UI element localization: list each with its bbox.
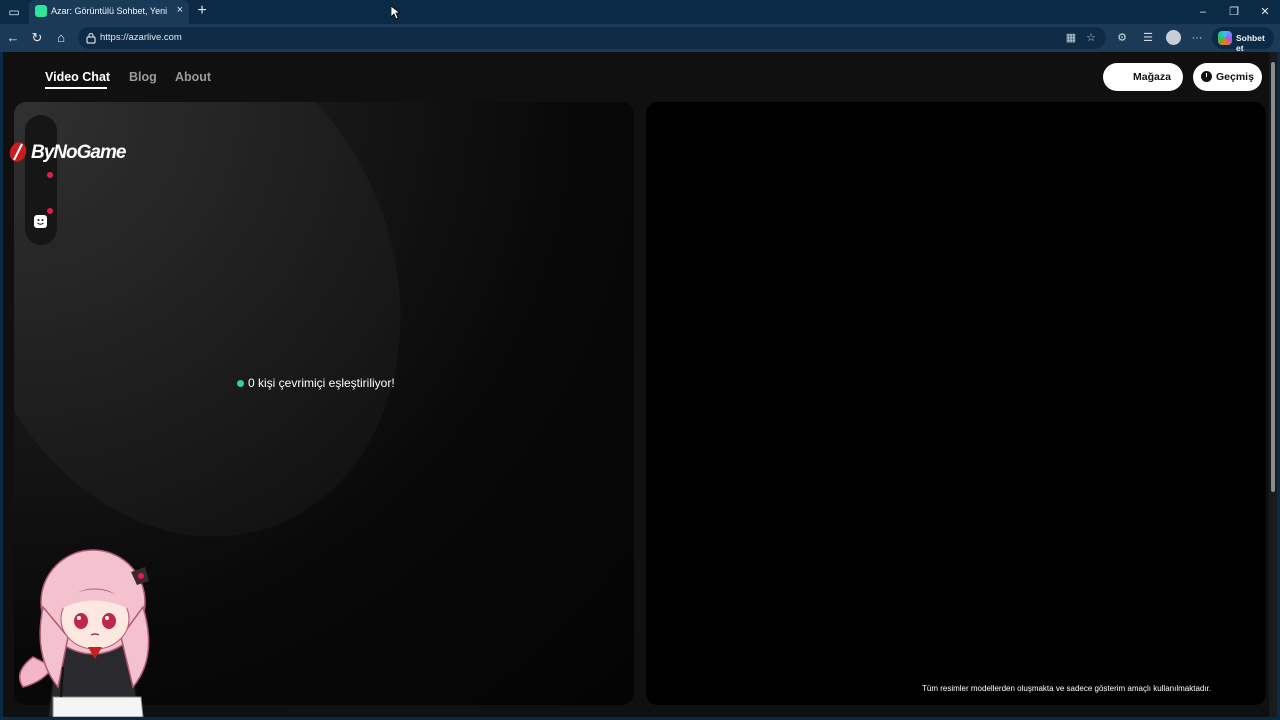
- browser-tab[interactable]: Azar: Görüntülü Sohbet, Yeni Arkadaşlar …: [29, 0, 189, 24]
- favorite-star-icon[interactable]: ☆: [1084, 31, 1098, 45]
- history-button[interactable]: Geçmiş: [1193, 63, 1262, 91]
- disclaimer-text: Tüm resimler modellerden oluşmakta ve sa…: [922, 684, 1212, 693]
- copilot-icon: [1218, 31, 1232, 45]
- back-button[interactable]: ←: [4, 29, 22, 47]
- tab-title: Azar: Görüntülü Sohbet, Yeni Arkadaşlar: [51, 6, 169, 16]
- restore-button[interactable]: ❐: [1219, 3, 1249, 21]
- home-button[interactable]: ⌂: [52, 29, 70, 47]
- copilot-button[interactable]: Sohbet et: [1212, 27, 1274, 53]
- store-button-label: Mağaza: [1133, 71, 1171, 83]
- tab-close-icon[interactable]: ×: [177, 4, 183, 16]
- lock-icon: [86, 32, 96, 44]
- online-status-text: 0 kişi çevrimiçi eşleştiriliyor!: [248, 376, 395, 390]
- notification-dot: [47, 208, 53, 214]
- extensions-icon[interactable]: ⚙: [1114, 30, 1130, 46]
- azar-favicon-icon: [35, 5, 47, 17]
- notification-dot: [47, 172, 53, 178]
- smiley-icon: [37, 219, 44, 225]
- reload-button[interactable]: ↻: [28, 29, 46, 47]
- browser-toolbar: ← ↻ ⌂ https://azarlive.com ▦ ☆ ⚙ ☰ ··· S…: [0, 24, 1280, 53]
- copilot-label: Sohbet et: [1236, 33, 1265, 53]
- clock-icon: [1201, 71, 1212, 82]
- scrollbar-thumb[interactable]: [1271, 62, 1275, 492]
- online-indicator-dot: [237, 380, 244, 387]
- browser-titlebar: ▭ Azar: Görüntülü Sohbet, Yeni Arkadaşla…: [0, 0, 1280, 24]
- active-tab-underline: [45, 87, 107, 89]
- web-page: Video Chat Blog About Mağaza Geçmiş ByNo…: [3, 52, 1277, 717]
- anime-mascot-overlay: [18, 549, 150, 717]
- favorites-icon[interactable]: ☰: [1140, 30, 1156, 46]
- bynogame-logo: ByNoGame: [8, 140, 138, 166]
- nav-about[interactable]: About: [175, 70, 211, 84]
- mouse-cursor-icon: [391, 6, 401, 20]
- immersive-reader-icon[interactable]: ▦: [1064, 31, 1078, 45]
- new-tab-button[interactable]: +: [194, 2, 210, 20]
- page-scrollbar[interactable]: [1269, 52, 1277, 717]
- more-menu-icon[interactable]: ···: [1189, 30, 1205, 46]
- history-button-label: Geçmiş: [1216, 71, 1254, 83]
- sticker-face-icon[interactable]: [34, 215, 47, 228]
- panel-sheen: [14, 102, 470, 598]
- close-window-button[interactable]: ✕: [1250, 3, 1280, 21]
- remote-video-panel: [646, 102, 1266, 705]
- tab-actions-icon[interactable]: ▭: [6, 4, 22, 20]
- nav-blog[interactable]: Blog: [129, 70, 157, 84]
- address-bar[interactable]: https://azarlive.com ▦ ☆: [78, 27, 1106, 49]
- url-text: https://azarlive.com: [100, 32, 182, 43]
- profile-avatar[interactable]: [1166, 30, 1181, 45]
- bynogame-mark-icon: [9, 142, 27, 162]
- minimize-button[interactable]: –: [1188, 3, 1218, 21]
- store-button[interactable]: Mağaza: [1103, 63, 1183, 91]
- bynogame-logo-text: ByNoGame: [31, 142, 126, 163]
- nav-video-chat[interactable]: Video Chat: [45, 70, 110, 84]
